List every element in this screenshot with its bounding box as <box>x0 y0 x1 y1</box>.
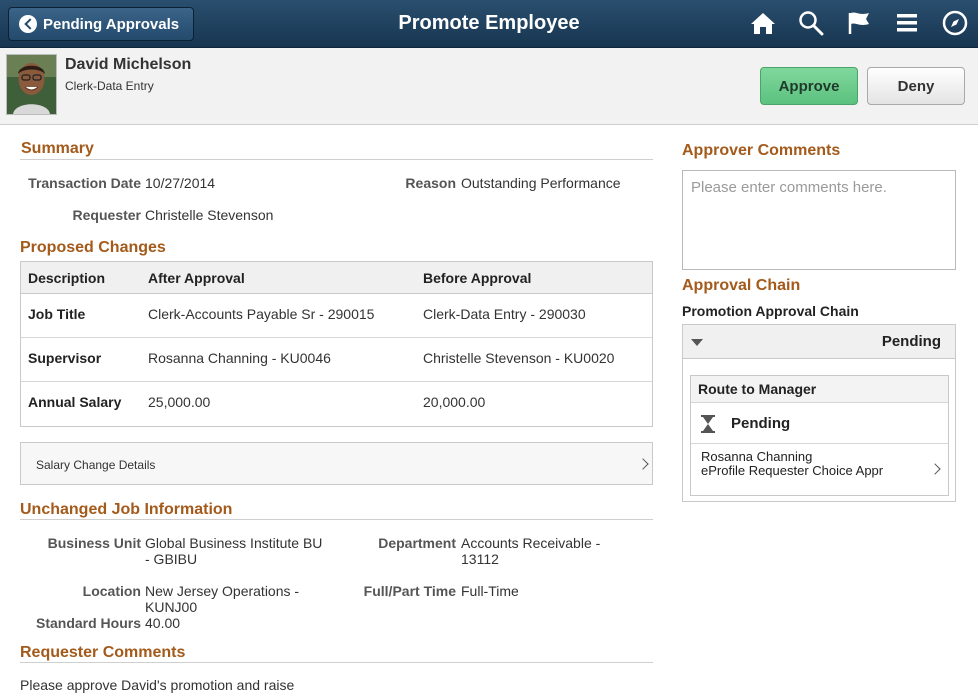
requester-comments-heading: Requester Comments <box>20 644 186 661</box>
menu-icon[interactable] <box>892 8 922 38</box>
chevron-right-icon <box>929 463 941 475</box>
location-label: Location <box>82 583 141 599</box>
section-divider <box>20 519 653 520</box>
employee-header: David Michelson Clerk-Data Entry Approve… <box>0 48 978 125</box>
approver-detail-row[interactable]: Rosanna Channing eProfile Requester Choi… <box>691 444 948 495</box>
department-value-line1: Accounts Receivable - <box>461 535 601 551</box>
business-unit-value-line1: Global Business Institute BU <box>145 535 323 551</box>
business-unit-value-line2: - GBIBU <box>145 551 198 567</box>
row-before-value: Clerk-Data Entry - 290030 <box>423 306 586 322</box>
table-row: Job Title Clerk-Accounts Payable Sr - 29… <box>21 294 652 338</box>
row-description: Annual Salary <box>28 394 122 410</box>
route-step-title: Route to Manager <box>698 381 817 397</box>
reason-value: Outstanding Performance <box>461 175 621 191</box>
reason-label: Reason <box>405 175 456 191</box>
salary-change-details-link[interactable]: Salary Change Details <box>20 442 653 485</box>
business-unit-label: Business Unit <box>47 535 141 551</box>
employee-job-title: Clerk-Data Entry <box>65 79 154 93</box>
row-after-value: Rosanna Channing - KU0046 <box>148 350 331 366</box>
table-row: Annual Salary 25,000.00 20,000.00 <box>21 382 652 426</box>
home-icon[interactable] <box>748 8 778 38</box>
chain-status: Pending <box>881 333 941 350</box>
department-value-line2: 13112 <box>461 551 499 567</box>
approver-comments-heading: Approver Comments <box>682 142 841 159</box>
deny-button[interactable]: Deny <box>867 67 965 105</box>
proposed-changes-heading: Proposed Changes <box>20 239 166 256</box>
approval-chain-toggle[interactable]: Pending <box>683 325 955 359</box>
employee-name: David Michelson <box>65 56 192 73</box>
table-header-row: Description After Approval Before Approv… <box>21 262 652 294</box>
approval-chain-panel: Pending Route to Manager Pending Rosanna… <box>682 324 956 502</box>
full-part-time-label: Full/Part Time <box>363 583 456 599</box>
row-after-value: 25,000.00 <box>148 394 211 410</box>
flag-icon[interactable] <box>844 8 874 38</box>
column-header-before-approval: Before Approval <box>423 270 532 286</box>
section-divider <box>20 159 653 160</box>
transaction-date-label: Transaction Date <box>28 175 141 191</box>
row-after-value: Clerk-Accounts Payable Sr - 290015 <box>148 306 375 322</box>
requester-comments-text: Please approve David's promotion and rai… <box>20 677 295 693</box>
approval-chain-name: Promotion Approval Chain <box>682 303 859 319</box>
top-navigation-bar: Pending Approvals Promote Employee <box>0 0 978 48</box>
standard-hours-value: 40.00 <box>145 615 181 631</box>
search-icon[interactable] <box>796 8 826 38</box>
route-step-header: Route to Manager <box>691 376 948 403</box>
approver-name: Rosanna Channing <box>701 449 813 464</box>
row-description: Supervisor <box>28 350 102 366</box>
table-row: Supervisor Rosanna Channing - KU0046 Chr… <box>21 338 652 382</box>
route-step-status: Pending <box>731 415 791 432</box>
unchanged-job-info-heading: Unchanged Job Information <box>20 501 233 518</box>
approval-chain-heading: Approval Chain <box>682 277 801 294</box>
requester-label: Requester <box>72 207 141 223</box>
approver-comments-input[interactable] <box>682 170 956 270</box>
requester-value: Christelle Stevenson <box>145 207 274 223</box>
compass-icon[interactable] <box>940 8 970 38</box>
row-before-value: Christelle Stevenson - KU0020 <box>423 350 615 366</box>
row-description: Job Title <box>28 306 86 322</box>
row-before-value: 20,000.00 <box>423 394 486 410</box>
column-header-after-approval: After Approval <box>148 270 245 286</box>
collapse-triangle-icon <box>691 339 703 346</box>
location-value-line1: New Jersey Operations - <box>145 583 300 599</box>
route-to-manager-step: Route to Manager Pending Rosanna Channin… <box>690 375 949 496</box>
approve-button[interactable]: Approve <box>760 67 858 105</box>
transaction-date-value: 10/27/2014 <box>145 175 216 191</box>
approver-role: eProfile Requester Choice Appr <box>701 463 884 478</box>
section-divider <box>20 662 653 663</box>
department-label: Department <box>378 535 456 551</box>
location-value-line2: KUNJ00 <box>145 599 198 615</box>
salary-change-details-label: Salary Change Details <box>36 458 156 472</box>
full-part-time-value: Full-Time <box>461 583 519 599</box>
summary-heading: Summary <box>21 140 94 157</box>
employee-avatar <box>6 54 57 115</box>
chevron-right-icon <box>637 458 649 470</box>
proposed-changes-table: Description After Approval Before Approv… <box>20 261 653 427</box>
column-header-description: Description <box>28 270 106 286</box>
hourglass-icon <box>701 415 715 436</box>
standard-hours-label: Standard Hours <box>35 615 141 631</box>
